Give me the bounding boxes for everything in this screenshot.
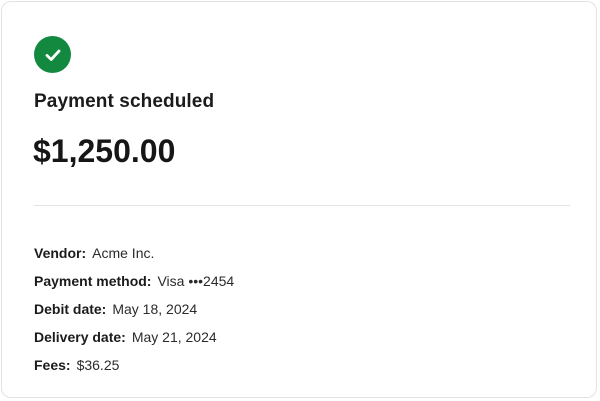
detail-label: Debit date: (34, 301, 107, 317)
detail-value: Acme Inc. (92, 245, 155, 261)
detail-value: May 18, 2024 (112, 301, 198, 317)
divider (34, 205, 570, 206)
detail-row-fees: Fees: $36.25 (34, 351, 234, 379)
detail-row-vendor: Vendor: Acme Inc. (34, 239, 234, 267)
detail-row-debit-date: Debit date: May 18, 2024 (34, 295, 234, 323)
detail-row-delivery-date: Delivery date: May 21, 2024 (34, 323, 234, 351)
detail-label: Delivery date: (34, 329, 126, 345)
detail-row-payment-method: Payment method: Visa •••2454 (34, 267, 234, 295)
payment-confirmation-card: Payment scheduled $1,250.00 Vendor: Acme… (1, 1, 597, 398)
detail-value: May 21, 2024 (131, 329, 217, 345)
page-title: Payment scheduled (34, 91, 215, 112)
detail-value: Visa •••2454 (157, 273, 235, 289)
check-circle-icon (34, 36, 71, 73)
detail-label: Vendor: (34, 245, 87, 261)
payment-amount: $1,250.00 (33, 133, 176, 169)
detail-value: $36.25 (76, 357, 120, 373)
checkmark-icon (45, 49, 60, 61)
detail-label: Fees: (34, 357, 71, 373)
detail-label: Payment method: (34, 273, 152, 289)
payment-details-list: Vendor: Acme Inc. Payment method: Visa •… (34, 239, 234, 379)
